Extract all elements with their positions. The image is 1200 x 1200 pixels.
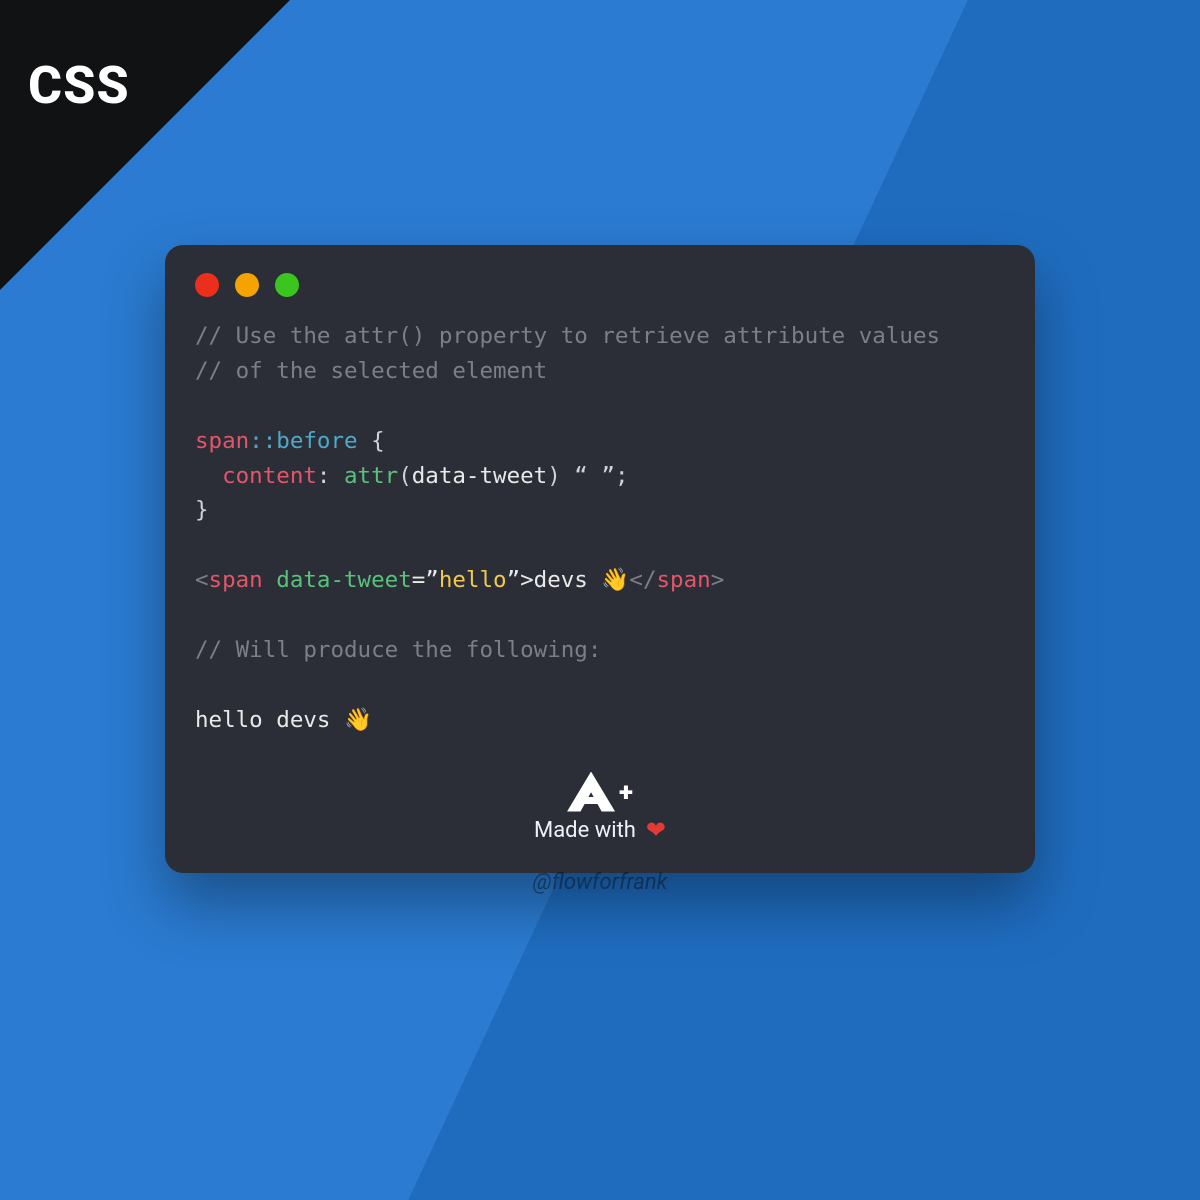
- badge-css: CSS: [28, 55, 130, 116]
- css-function: attr: [344, 463, 398, 489]
- html-attr-value: hello: [439, 567, 507, 593]
- colon: :: [317, 463, 344, 489]
- plus-icon: +: [619, 780, 633, 806]
- html-quote-gt: ”>: [507, 567, 534, 593]
- brace-open: {: [358, 428, 385, 454]
- html-eq-quote: =”: [412, 567, 439, 593]
- traffic-lights: [195, 273, 1005, 297]
- minimize-icon[interactable]: [235, 273, 259, 297]
- made-with-text: Made with: [534, 818, 636, 843]
- html-close-tag: span: [657, 567, 711, 593]
- html-attr-name: data-tweet: [276, 567, 411, 593]
- close-icon[interactable]: [195, 273, 219, 297]
- css-tail: “ ”;: [561, 463, 629, 489]
- css-pseudo-colons: ::: [249, 428, 276, 454]
- html-tag: span: [209, 567, 263, 593]
- angle-close: >: [711, 567, 725, 593]
- angle-open: <: [195, 567, 209, 593]
- code-window: // Use the attr() property to retrieve a…: [165, 245, 1035, 873]
- logo-a-icon: [567, 772, 615, 812]
- paren-close: ): [547, 463, 561, 489]
- angle-close-open: </: [629, 567, 656, 593]
- author-handle: @flowforfrank: [0, 870, 1200, 895]
- zoom-icon[interactable]: [275, 273, 299, 297]
- indent: [195, 463, 222, 489]
- css-selector: span: [195, 428, 249, 454]
- heart-icon: ❤: [646, 818, 666, 842]
- code-comment: // Use the attr() property to retrieve a…: [195, 323, 940, 349]
- paren-open: (: [398, 463, 412, 489]
- logo-a-plus: +: [567, 772, 633, 812]
- code-comment: // of the selected element: [195, 358, 547, 384]
- css-property: content: [222, 463, 317, 489]
- html-text: devs 👋: [534, 567, 630, 593]
- brace-close: }: [195, 497, 209, 523]
- space: [263, 567, 277, 593]
- made-with-line: Made with ❤: [534, 818, 666, 843]
- window-footer: + Made with ❤: [195, 772, 1005, 843]
- css-pseudo: before: [276, 428, 357, 454]
- code-comment: // Will produce the following:: [195, 637, 601, 663]
- code-output: hello devs 👋: [195, 707, 372, 733]
- css-arg: data-tweet: [412, 463, 547, 489]
- code-block: // Use the attr() property to retrieve a…: [195, 319, 1005, 738]
